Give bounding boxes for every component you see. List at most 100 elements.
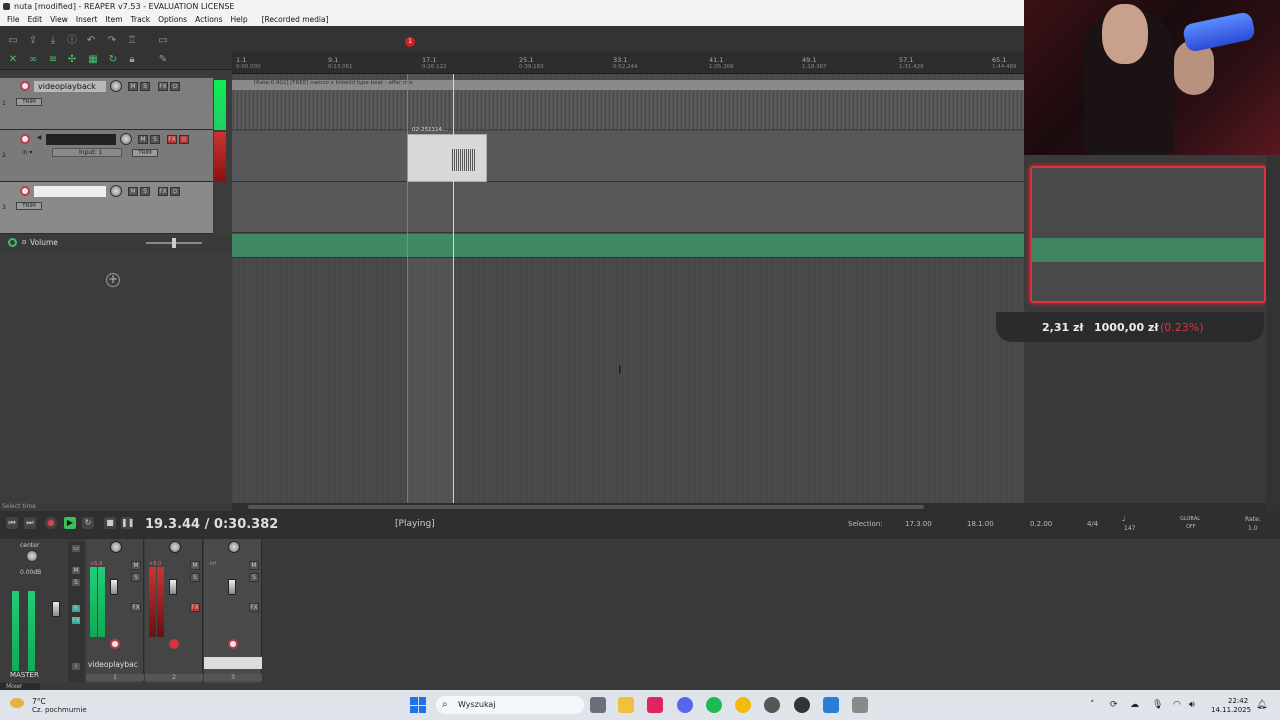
selection-start[interactable]: 17.3.00 <box>905 520 932 528</box>
volume-envelope-lane[interactable] <box>232 234 1024 258</box>
global-automation-state[interactable]: OFF <box>1186 524 1196 530</box>
notepad-icon[interactable] <box>823 697 839 713</box>
mute-button[interactable]: M <box>249 561 259 570</box>
open-project-icon[interactable]: ⇪ <box>28 36 38 46</box>
save-project-icon[interactable]: ⤓ <box>48 36 58 46</box>
go-to-end-button[interactable]: ⏭ <box>24 517 36 529</box>
mixer-strip-2[interactable]: +8.0 M S FX 2 <box>145 539 203 683</box>
volume-knob[interactable] <box>120 133 132 145</box>
metronome-icon[interactable]: ♖ <box>127 36 137 46</box>
fx-bypass-icon[interactable]: ⏻ <box>170 82 180 91</box>
undo-icon[interactable]: ↶ <box>86 36 96 46</box>
go-to-start-button[interactable]: ⏮ <box>6 517 18 529</box>
track-3-lane[interactable] <box>232 182 1024 233</box>
menu-track[interactable]: Track <box>127 13 155 26</box>
microphone-icon[interactable]: 🎙︎ <box>1152 700 1163 710</box>
menu-item[interactable]: Item <box>101 13 126 26</box>
record-arm-button[interactable] <box>169 639 179 649</box>
mono-button[interactable]: ▭ <box>71 544 81 553</box>
pause-button[interactable]: ❚❚ <box>121 517 134 529</box>
ruler-region-lane[interactable]: 1 <box>232 26 1024 52</box>
track-name[interactable] <box>34 186 106 197</box>
metronome-small-icon[interactable]: ♩ <box>1122 515 1125 523</box>
project-marker[interactable]: 1 <box>405 37 415 47</box>
notification-icon[interactable]: 🔔︎ <box>1256 700 1267 710</box>
selection-length[interactable]: 0.2.00 <box>1030 520 1052 528</box>
record-arm-button[interactable] <box>20 134 30 144</box>
project-settings-icon[interactable]: ⓘ <box>67 36 77 46</box>
task-view-icon[interactable] <box>590 697 606 713</box>
record-arm-button[interactable] <box>20 81 30 91</box>
global-automation-label[interactable]: GLOBAL <box>1180 516 1200 522</box>
input-monitor-toggle[interactable]: in ▾ <box>22 149 32 156</box>
pan-knob[interactable] <box>169 541 181 553</box>
solo-button[interactable]: S <box>249 573 259 582</box>
pan-knob[interactable] <box>228 541 240 553</box>
mute-button[interactable]: M <box>131 561 141 570</box>
sync-icon[interactable]: ⟳ <box>1110 700 1118 710</box>
menu-actions[interactable]: Actions <box>191 13 226 26</box>
discord-icon[interactable] <box>677 697 693 713</box>
master-solo-button[interactable]: S <box>71 578 81 587</box>
record-arm-button[interactable] <box>228 639 238 649</box>
file-explorer-icon[interactable] <box>618 697 634 713</box>
cloud-icon[interactable]: ☁ <box>1130 700 1139 710</box>
track-3-header[interactable]: M S FX ⏻ 3 TRIM <box>0 182 213 234</box>
menu-options[interactable]: Options <box>154 13 191 26</box>
track-2-header[interactable]: ◀ M S FX ⏻ 2 in ▾ Input: 1 TRIM <box>0 130 213 182</box>
envelope-arm-icon[interactable]: o <box>22 238 26 246</box>
master-fader[interactable] <box>52 601 60 617</box>
envelope-fader[interactable] <box>172 238 176 248</box>
repeat-button[interactable]: ↻ <box>82 517 94 529</box>
menu-edit[interactable]: Edit <box>24 13 47 26</box>
volume-fader[interactable] <box>169 579 177 595</box>
master-pan-knob[interactable] <box>26 550 38 562</box>
track-2-lane[interactable] <box>232 131 1024 182</box>
selection-end[interactable]: 18.1.00 <box>967 520 994 528</box>
windows-start-icon[interactable] <box>410 697 426 713</box>
loop-icon[interactable]: ↻ <box>108 55 118 65</box>
mixer-strip-3[interactable]: -inf M S FX 3 <box>204 539 262 683</box>
clock-time[interactable]: 22:42 <box>1228 697 1248 705</box>
solo-button[interactable]: S <box>131 573 141 582</box>
trim-button[interactable]: TRIM <box>16 98 42 106</box>
chatgpt-icon[interactable] <box>794 697 810 713</box>
trim-button[interactable]: TRIM <box>132 149 158 157</box>
grid-lines-icon[interactable]: ▦ <box>88 55 98 65</box>
media-item-2[interactable]: 02-251114... <box>407 127 487 182</box>
chrome-icon[interactable] <box>735 697 751 713</box>
envelope-active-icon[interactable] <box>8 238 17 247</box>
route-button[interactable]: R <box>71 604 81 613</box>
solo-button[interactable]: S <box>150 135 160 144</box>
bpm[interactable]: 147 <box>1124 525 1135 532</box>
taskbar-search[interactable]: ⌕ Wyszukaj <box>436 696 584 714</box>
pan-knob[interactable] <box>110 541 122 553</box>
snap-icon[interactable]: ∞ <box>28 55 38 65</box>
menu-recorded-media[interactable]: [Recorded media] <box>258 13 333 26</box>
spotify-icon[interactable] <box>706 697 722 713</box>
capcut-icon[interactable] <box>647 697 663 713</box>
volume-fader[interactable] <box>228 579 236 595</box>
fx-button[interactable]: FX <box>190 603 200 612</box>
fx-button[interactable]: FX <box>167 135 177 144</box>
obs-icon[interactable] <box>764 697 780 713</box>
menu-help[interactable]: Help <box>227 13 252 26</box>
fx-button[interactable]: FX <box>131 603 141 612</box>
toolbar-toggle-icon[interactable]: ▭ <box>158 36 168 46</box>
track-1-header[interactable]: videoplayback M S FX ⏻ 1 TRIM <box>0 78 213 130</box>
record-button[interactable]: ● <box>45 517 57 529</box>
track-name[interactable] <box>46 134 116 145</box>
solo-button[interactable]: S <box>140 187 150 196</box>
record-arm-button[interactable] <box>20 186 30 196</box>
weather-icon[interactable] <box>10 698 24 708</box>
input-select[interactable]: Input: 1 <box>52 148 122 157</box>
volume-envelope-header[interactable]: o Volume <box>0 235 232 251</box>
time-display[interactable]: 19.3.44 / 0:30.382 <box>145 517 278 532</box>
time-signature[interactable]: 4/4 <box>1087 520 1098 528</box>
fx-bypass-icon[interactable]: ⏻ <box>170 187 180 196</box>
fx-button[interactable]: FX <box>249 603 259 612</box>
tray-overflow-icon[interactable]: ˄ <box>1090 700 1095 710</box>
solo-button[interactable]: S <box>140 82 150 91</box>
menu-view[interactable]: View <box>46 13 72 26</box>
rate-value[interactable]: 1.0 <box>1248 525 1258 532</box>
